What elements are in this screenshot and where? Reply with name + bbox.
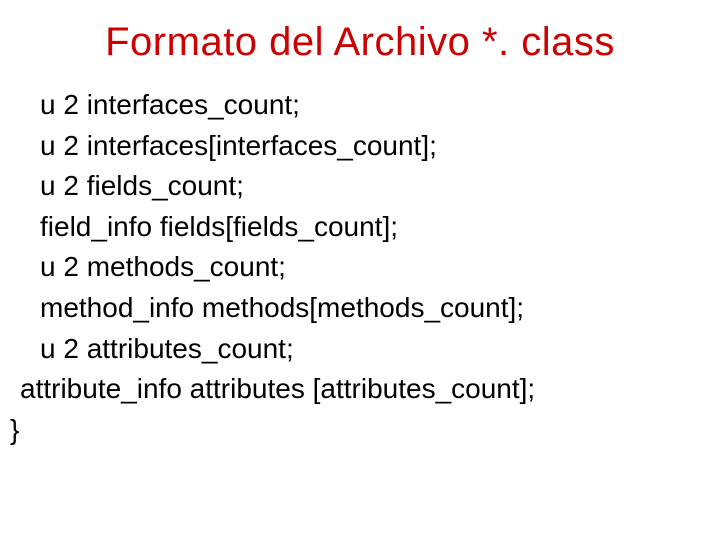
code-line: u 2 interfaces[interfaces_count]; <box>10 126 710 167</box>
code-line: u 2 methods_count; <box>10 247 710 288</box>
code-line: u 2 attributes_count; <box>10 329 710 370</box>
code-line: u 2 interfaces_count; <box>10 85 710 126</box>
slide-title: Formato del Archivo *. class <box>10 20 710 65</box>
code-line: field_info fields[fields_count]; <box>10 207 710 248</box>
code-line: u 2 fields_count; <box>10 166 710 207</box>
code-line: method_info methods[methods_count]; <box>10 288 710 329</box>
code-line: attribute_info attributes [attributes_co… <box>10 369 710 410</box>
code-line: } <box>10 410 710 451</box>
code-block: u 2 interfaces_count; u 2 interfaces[int… <box>10 85 710 450</box>
slide-container: Formato del Archivo *. class u 2 interfa… <box>0 0 720 470</box>
